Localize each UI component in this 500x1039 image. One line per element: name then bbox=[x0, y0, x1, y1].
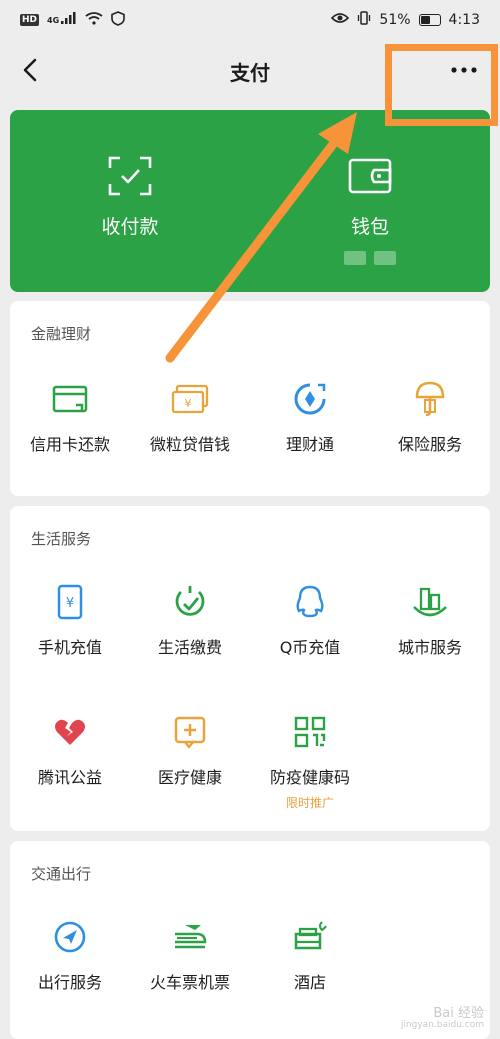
wealth-icon bbox=[290, 379, 330, 419]
medical-health-item[interactable]: 医疗健康 bbox=[130, 712, 250, 811]
credit-card-repay-label: 信用卡还款 bbox=[29, 435, 110, 454]
navigation-icon bbox=[50, 917, 90, 957]
licaitong-item[interactable]: 理财通 bbox=[250, 379, 370, 455]
signal-icon bbox=[61, 12, 77, 28]
tencent-charity-item[interactable]: 腾讯公益 bbox=[10, 712, 130, 811]
travel-service-item[interactable]: 出行服务 bbox=[10, 917, 130, 993]
clock: 4:13 bbox=[448, 12, 480, 28]
hd-badge: HD bbox=[20, 14, 40, 26]
insurance-label: 保险服务 bbox=[397, 435, 462, 454]
loan-icon: ¥ bbox=[170, 379, 210, 419]
promo-badge: 限时推广 bbox=[285, 796, 334, 810]
hotel-label: 酒店 bbox=[293, 973, 326, 992]
transport-section-title: 交通出行 bbox=[31, 865, 92, 883]
life-section: 生活服务 ¥ 手机充值 生活缴费 Q币充值 城市服务 腾讯公益 医疗健康 防疫健… bbox=[10, 506, 490, 831]
insurance-item[interactable]: 保险服务 bbox=[370, 379, 490, 455]
health-code-item[interactable]: 防疫健康码 限时推广 bbox=[250, 712, 370, 811]
qr-code-icon bbox=[290, 712, 330, 752]
tencent-charity-label: 腾讯公益 bbox=[37, 768, 102, 787]
receive-pay-button[interactable]: 收付款 bbox=[10, 110, 250, 292]
wallet-button[interactable]: 钱包 bbox=[250, 110, 490, 292]
life-row-2: 腾讯公益 医疗健康 防疫健康码 限时推广 bbox=[10, 712, 490, 811]
city-service-label: 城市服务 bbox=[397, 638, 462, 657]
wallet-label: 钱包 bbox=[350, 216, 389, 238]
weilidai-loan-label: 微粒贷借钱 bbox=[149, 435, 230, 454]
phone-recharge-icon: ¥ bbox=[50, 582, 90, 622]
utilities-icon bbox=[170, 582, 210, 622]
credit-card-icon bbox=[50, 379, 90, 419]
wifi-icon bbox=[85, 11, 103, 29]
vibrate-icon bbox=[357, 11, 371, 29]
finance-section-title: 金融理财 bbox=[31, 325, 92, 343]
page-title: 支付 bbox=[230, 60, 270, 85]
train-flight-label: 火车票机票 bbox=[149, 973, 230, 992]
health-code-label: 防疫健康码 bbox=[269, 768, 350, 787]
transport-row: 出行服务 火车票机票 酒店 bbox=[10, 917, 490, 993]
charity-icon bbox=[50, 712, 90, 752]
utilities-item[interactable]: 生活缴费 bbox=[130, 582, 250, 658]
life-section-title: 生活服务 bbox=[31, 530, 92, 548]
phone-recharge-item[interactable]: ¥ 手机充值 bbox=[10, 582, 130, 658]
wallet-balance-blurred bbox=[344, 251, 396, 265]
watermark: Bai 经验 jingyan.baidu.com bbox=[400, 1005, 484, 1031]
weilidai-loan-item[interactable]: ¥ 微粒贷借钱 bbox=[130, 379, 250, 455]
wallet-icon bbox=[348, 158, 392, 194]
battery-percent: 51% bbox=[379, 12, 411, 28]
qq-coin-item[interactable]: Q币充值 bbox=[250, 582, 370, 658]
back-button[interactable] bbox=[14, 54, 46, 86]
wallet-card: 收付款 钱包 bbox=[10, 110, 490, 292]
phone-recharge-label: 手机充值 bbox=[37, 638, 102, 657]
qq-coin-icon bbox=[290, 582, 330, 622]
city-service-item[interactable]: 城市服务 bbox=[370, 582, 490, 658]
hotel-item[interactable]: 酒店 bbox=[250, 917, 370, 993]
utilities-label: 生活缴费 bbox=[157, 638, 222, 657]
medical-health-label: 医疗健康 bbox=[157, 768, 222, 787]
travel-service-label: 出行服务 bbox=[37, 973, 102, 992]
medical-icon bbox=[170, 712, 210, 752]
credit-card-repay-item[interactable]: 信用卡还款 bbox=[10, 379, 130, 455]
network-type: 4G bbox=[47, 15, 60, 25]
shield-icon bbox=[111, 10, 125, 30]
svg-text:¥: ¥ bbox=[66, 596, 74, 611]
hotel-icon bbox=[290, 917, 330, 957]
battery-icon bbox=[418, 14, 441, 26]
finance-row: 信用卡还款 ¥ 微粒贷借钱 理财通 保险服务 bbox=[10, 379, 490, 455]
watermark-text: Bai 经验 bbox=[433, 1005, 484, 1021]
receive-pay-label: 收付款 bbox=[101, 216, 159, 238]
finance-section: 金融理财 信用卡还款 ¥ 微粒贷借钱 理财通 保险服务 bbox=[10, 301, 490, 496]
train-icon bbox=[170, 917, 210, 957]
status-bar: HD 4G 51% 4:13 bbox=[0, 0, 500, 40]
highlight-box bbox=[385, 44, 498, 126]
watermark-url: jingyan.baidu.com bbox=[400, 1020, 484, 1031]
svg-text:¥: ¥ bbox=[185, 397, 192, 410]
eye-icon bbox=[331, 12, 350, 28]
chevron-left-icon bbox=[23, 58, 37, 82]
licaitong-label: 理财通 bbox=[285, 435, 334, 454]
insurance-icon bbox=[410, 379, 450, 419]
city-icon bbox=[410, 582, 450, 622]
life-row-1: ¥ 手机充值 生活缴费 Q币充值 城市服务 bbox=[10, 582, 490, 658]
qq-coin-label: Q币充值 bbox=[279, 638, 341, 657]
scan-pay-icon bbox=[108, 156, 152, 196]
train-flight-item[interactable]: 火车票机票 bbox=[130, 917, 250, 993]
